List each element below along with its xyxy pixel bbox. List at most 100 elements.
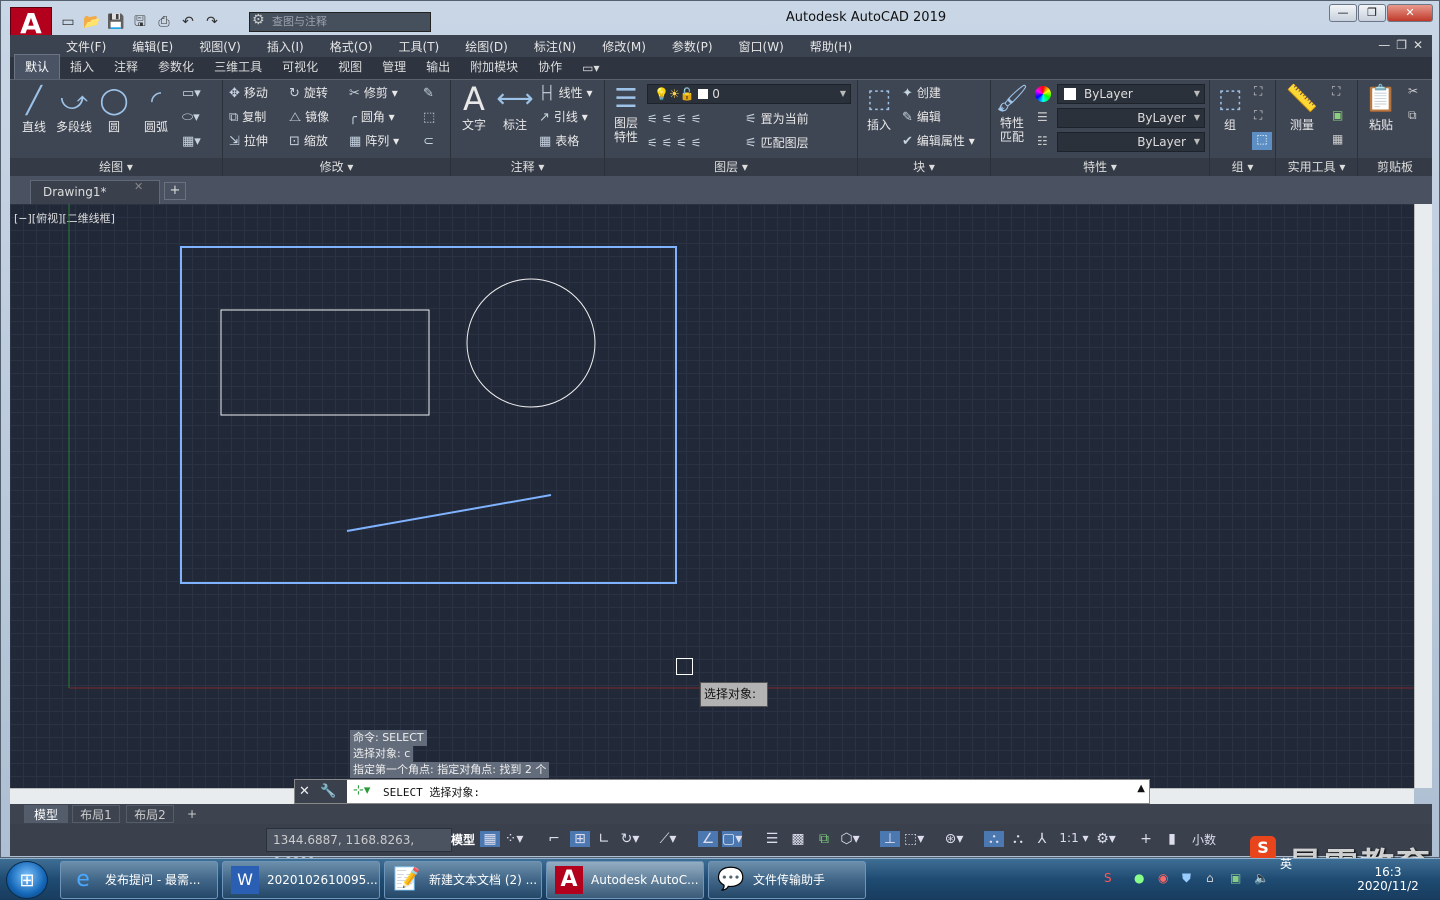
panel-draw-title[interactable]: 绘图 ▾ bbox=[10, 158, 222, 176]
redo-icon[interactable]: ↷ bbox=[201, 12, 223, 32]
group-select-icon[interactable]: ⬚ bbox=[1252, 132, 1272, 150]
menu-help[interactable]: 帮助(H) bbox=[796, 38, 864, 55]
cut-icon[interactable]: ✂ bbox=[1408, 84, 1418, 98]
menu-insert[interactable]: 插入(I) bbox=[253, 38, 316, 55]
select-all-icon[interactable]: ▣ bbox=[1332, 108, 1343, 122]
rectangle-button[interactable]: ▭▾ bbox=[182, 82, 205, 104]
vertical-scrollbar[interactable] bbox=[1414, 204, 1432, 788]
tab-layout2[interactable]: 布局2 bbox=[126, 805, 174, 823]
saveas-icon[interactable]: 🖫 bbox=[129, 12, 151, 32]
copy-clip-icon[interactable]: ⧉ bbox=[1408, 108, 1417, 123]
circle-button[interactable]: ◯ 圆 bbox=[96, 84, 132, 135]
restore-button[interactable]: ❐ bbox=[1358, 4, 1386, 22]
menu-modify[interactable]: 修改(M) bbox=[588, 38, 658, 55]
linear-button[interactable]: ├┤ 线性 ▾ bbox=[539, 82, 593, 104]
3d-osnap-icon[interactable]: ⬡▾ bbox=[840, 831, 860, 847]
hatch-button[interactable]: ⬭▾ bbox=[182, 106, 204, 128]
open-icon[interactable]: 📂 bbox=[81, 12, 103, 32]
tab-output[interactable]: 输出 bbox=[416, 55, 460, 79]
tab-layout1[interactable]: 布局1 bbox=[72, 805, 120, 823]
color-dropdown[interactable]: ByLayer bbox=[1057, 84, 1205, 104]
undo-icon[interactable]: ↶ bbox=[177, 12, 199, 32]
panel-annotation-title[interactable]: 注释 ▾ bbox=[451, 158, 604, 176]
menu-edit[interactable]: 编辑(E) bbox=[118, 38, 185, 55]
taskbar-item-wechat[interactable]: 💬 文件传输助手 bbox=[708, 861, 866, 899]
tray-volume-icon[interactable]: 🔈 bbox=[1254, 871, 1269, 885]
customize-icon[interactable]: 🔧 bbox=[320, 784, 336, 799]
annotation-scale-dropdown[interactable]: 1:1 ▾ bbox=[1056, 831, 1092, 845]
copy-button[interactable]: ⧉ 复制 bbox=[229, 106, 266, 128]
tray-ime-label[interactable]: 英 bbox=[1280, 855, 1292, 872]
taskbar-item-ie[interactable]: e 发布提问 - 最需... bbox=[60, 861, 218, 899]
erase-button[interactable]: ✎ bbox=[423, 82, 438, 104]
layer-tools-row[interactable]: ⚟ ⚟ ⚟ ⚟ bbox=[647, 108, 701, 130]
annotation-scale-icon[interactable]: ⅄ bbox=[1032, 831, 1052, 847]
tab-insert[interactable]: 插入 bbox=[60, 55, 104, 79]
panel-groups-title[interactable]: 组 ▾ bbox=[1210, 158, 1275, 176]
group-button[interactable]: ⬚ 组 bbox=[1212, 82, 1248, 133]
create-block-button[interactable]: ✦ 创建 bbox=[902, 82, 941, 104]
sogou-ime-icon[interactable]: S bbox=[1250, 836, 1276, 860]
menu-view[interactable]: 视图(V) bbox=[185, 38, 253, 55]
taskbar-item-autocad[interactable]: A Autodesk AutoC... bbox=[546, 861, 704, 899]
line-button[interactable]: ╱ 直线 bbox=[16, 84, 52, 135]
menu-format[interactable]: 格式(O) bbox=[316, 38, 385, 55]
table-button[interactable]: ▦ 表格 bbox=[539, 130, 579, 152]
circle-entity[interactable] bbox=[466, 278, 596, 408]
menu-tools[interactable]: 工具(T) bbox=[385, 38, 452, 55]
offset-button[interactable]: ⊂ bbox=[423, 130, 438, 152]
color-wheel-icon[interactable] bbox=[1035, 86, 1051, 102]
menu-draw[interactable]: 绘图(D) bbox=[451, 38, 520, 55]
workspace-gear-icon[interactable]: ⚙▾ bbox=[1096, 831, 1116, 847]
linetype-dropdown[interactable]: ByLayer bbox=[1057, 108, 1205, 128]
taskbar-item-word[interactable]: W 2020102610095... bbox=[222, 861, 380, 899]
snap-icon[interactable]: ⁘▾ bbox=[504, 831, 524, 847]
scale-button[interactable]: ⊡ 缩放 bbox=[289, 130, 328, 152]
tab-parametric[interactable]: 参数化 bbox=[148, 55, 204, 79]
menu-dimension[interactable]: 标注(N) bbox=[520, 38, 588, 55]
group-edit-icon[interactable]: ⛶ bbox=[1254, 108, 1262, 123]
menu-window[interactable]: 窗口(W) bbox=[725, 38, 796, 55]
grid-icon[interactable]: ▦ bbox=[480, 831, 500, 847]
tab-view[interactable]: 视图 bbox=[328, 55, 372, 79]
set-current-button[interactable]: ⚟ 置为当前 bbox=[745, 108, 809, 130]
ungroup-icon[interactable]: ⛶ bbox=[1254, 84, 1262, 99]
taskbar-item-notepad[interactable]: 📝 新建文本文档 (2) ... bbox=[384, 861, 542, 899]
ortho-icon[interactable]: ∟ bbox=[594, 831, 614, 847]
edit-attributes-button[interactable]: ✔ 编辑属性 ▾ bbox=[902, 130, 975, 152]
new-tab-button[interactable]: + bbox=[164, 182, 186, 200]
panel-utilities-title[interactable]: 实用工具 ▾ bbox=[1276, 158, 1357, 176]
command-line[interactable]: ✕ 🔧 ⊹▾ SELECT 选择对象: ▲ bbox=[294, 779, 1150, 804]
lineweight-dropdown[interactable]: ByLayer bbox=[1057, 132, 1205, 152]
selection-cycling-icon[interactable]: ⧉ bbox=[814, 831, 834, 847]
line-entity[interactable] bbox=[346, 494, 552, 532]
layer-dropdown[interactable]: 💡☀🔓 0 bbox=[647, 84, 851, 104]
minimize-button[interactable]: — bbox=[1329, 4, 1357, 22]
stretch-button[interactable]: ⇲ 拉伸 bbox=[229, 130, 268, 152]
object-snap-icon[interactable]: ▢▾ bbox=[722, 831, 742, 847]
save-icon[interactable]: 💾 bbox=[105, 12, 127, 32]
arc-button[interactable]: ◜ 圆弧 bbox=[138, 84, 174, 135]
close-button[interactable]: ✕ bbox=[1387, 4, 1433, 22]
units-display[interactable]: 小数 bbox=[1186, 831, 1222, 848]
inner-rectangle[interactable] bbox=[220, 309, 430, 416]
command-input[interactable]: SELECT 选择对象: bbox=[383, 784, 480, 800]
panel-clipboard-title[interactable]: 剪贴板 bbox=[1358, 158, 1432, 176]
object-snap-tracking-icon[interactable]: ∠ bbox=[698, 831, 718, 847]
measure-button[interactable]: 📏 测量 bbox=[1280, 82, 1324, 133]
close-tab-icon[interactable]: ✕ bbox=[134, 180, 143, 193]
polar-icon[interactable]: ↻▾ bbox=[620, 831, 640, 847]
dynamic-input-icon[interactable]: ⊞ bbox=[570, 831, 590, 847]
edit-block-button[interactable]: ✎ 编辑 bbox=[902, 106, 941, 128]
match-layer-button[interactable]: ⚟ 匹配图层 bbox=[745, 132, 809, 154]
tab-default[interactable]: 默认 bbox=[14, 54, 61, 79]
isodraft-icon[interactable]: ⟋▾ bbox=[658, 831, 678, 847]
dimension-button[interactable]: ⟷ 标注 bbox=[495, 82, 535, 133]
tray-shield-icon[interactable]: ⛊ bbox=[1182, 871, 1191, 886]
model-space-button[interactable]: 模型 bbox=[450, 831, 476, 848]
tab-addins[interactable]: 附加模块 bbox=[460, 55, 528, 79]
tab-visualize[interactable]: 可视化 bbox=[272, 55, 328, 79]
tray-network-icon[interactable]: ⌂ bbox=[1206, 871, 1214, 885]
transparency-icon[interactable]: ▩ bbox=[788, 831, 808, 847]
tab-model[interactable]: 模型 bbox=[24, 805, 68, 823]
